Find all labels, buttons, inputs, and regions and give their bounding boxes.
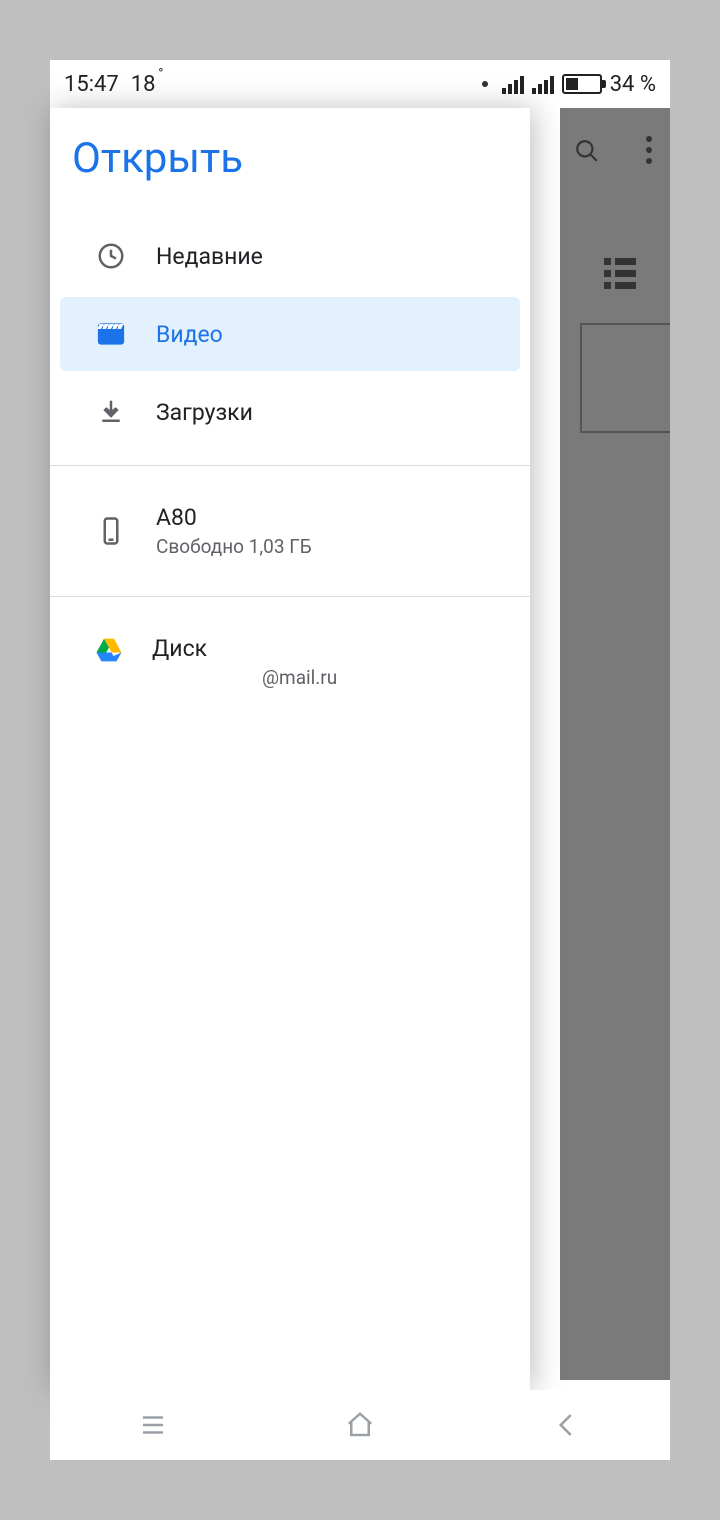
content-card-outline [580, 323, 670, 433]
status-bar: 15:47 18 34 % [50, 60, 670, 108]
drawer-item-label: Диск [152, 635, 508, 662]
video-icon [94, 319, 128, 349]
drawer-item-label: Недавние [156, 243, 263, 270]
drawer-item-drive[interactable]: Диск @mail.ru [60, 613, 520, 711]
drawer-item-downloads[interactable]: Загрузки [60, 375, 520, 449]
drawer-item-device[interactable]: A80 Свободно 1,03 ГБ [60, 482, 520, 580]
search-icon[interactable] [574, 138, 600, 164]
drawer-item-subtitle: Свободно 1,03 ГБ [156, 535, 312, 558]
drawer-item-label: Видео [156, 321, 223, 348]
cell-signal-icon-2 [532, 74, 554, 94]
status-dot-icon [482, 81, 488, 87]
drawer-item-video[interactable]: Видео [60, 297, 520, 371]
more-icon[interactable] [646, 136, 652, 164]
divider [50, 465, 530, 466]
recents-button[interactable] [135, 1407, 171, 1443]
navigation-drawer: Открыть Недавние [50, 108, 530, 1390]
cell-signal-icon [502, 74, 524, 94]
view-list-icon[interactable] [604, 258, 636, 294]
system-nav-bar [50, 1390, 670, 1460]
status-time: 15:47 [64, 72, 119, 97]
download-icon [94, 397, 128, 427]
drawer-title: Открыть [50, 108, 530, 217]
phone-icon [94, 516, 128, 546]
drawer-item-account: @mail.ru [152, 666, 508, 689]
home-button[interactable] [342, 1407, 378, 1443]
battery-percent: 34 % [610, 72, 656, 97]
drawer-item-label: A80 [156, 504, 312, 531]
drive-icon [94, 635, 124, 665]
status-temperature: 18 [131, 72, 156, 97]
content-area: Открыть Недавние [50, 108, 670, 1390]
divider [50, 596, 530, 597]
clock-icon [94, 241, 128, 271]
drawer-item-label: Загрузки [156, 399, 253, 426]
dimmed-background[interactable] [560, 108, 670, 1380]
back-button[interactable] [549, 1407, 585, 1443]
phone-frame: 15:47 18 34 % [50, 60, 670, 1460]
battery-icon [562, 74, 602, 94]
drawer-item-recent[interactable]: Недавние [60, 219, 520, 293]
